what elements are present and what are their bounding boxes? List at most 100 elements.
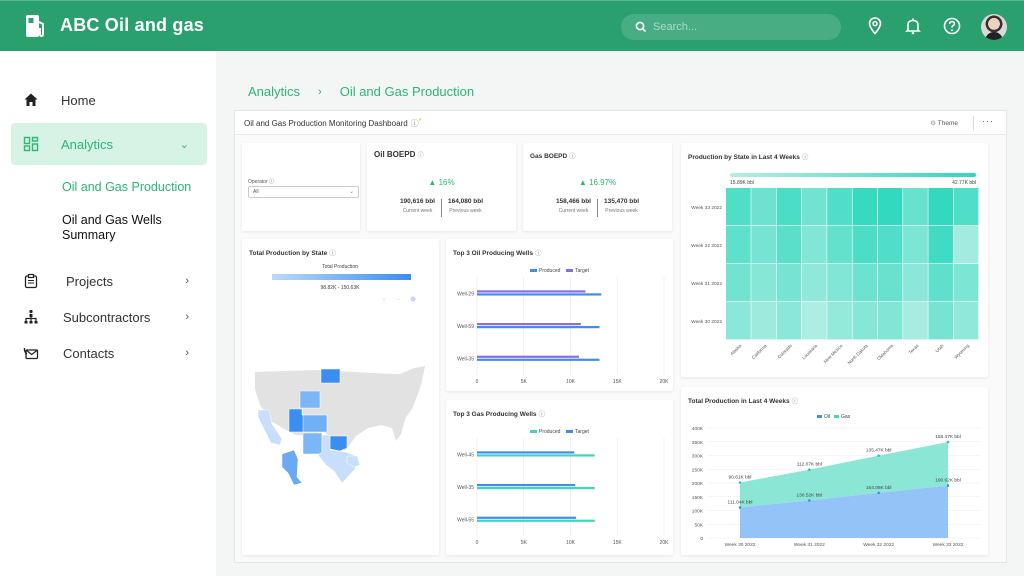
legend-range-label: 98.82K - 150.63K xyxy=(321,285,361,291)
data-label-gas: 90.61K bbl xyxy=(729,475,752,481)
point-gas xyxy=(808,468,811,471)
point-oil xyxy=(877,491,880,495)
sidebar-subitem-oil-gas-production[interactable]: Oil and Gas Production xyxy=(62,180,191,195)
state-alaska xyxy=(281,449,303,486)
bell-icon[interactable] xyxy=(903,16,923,36)
theme-button[interactable]: ⚙ Theme xyxy=(930,119,958,127)
heatmap-cell xyxy=(877,302,903,340)
x-tick-label: Utah xyxy=(934,343,945,354)
y-tick-label: Week 31 2022 xyxy=(691,281,722,287)
heatmap-cell xyxy=(726,302,751,340)
sidebar-item-analytics[interactable]: Analytics ⌄ xyxy=(11,123,207,165)
reset-view-icon xyxy=(410,296,416,302)
app-title: ABC Oil and gas xyxy=(60,15,205,35)
y-tick-label: Week 33 2022 xyxy=(691,205,722,211)
y-tick-label: Well-45 xyxy=(457,452,474,458)
heatmap-cell xyxy=(726,188,751,226)
info-icon[interactable]: ⓘ xyxy=(418,153,424,159)
info-icon[interactable]: ⓘ xyxy=(269,179,274,185)
sidebar-item-contacts[interactable]: Contacts › xyxy=(11,332,207,374)
y-tick-label: 50K xyxy=(694,522,703,528)
sidebar-item-home[interactable]: Home xyxy=(11,79,207,121)
heatmap-cell xyxy=(801,188,827,226)
previous-label: Previous week xyxy=(605,208,638,214)
x-tick-label: 15K xyxy=(613,540,623,546)
x-tick-label: Wyoming xyxy=(953,343,970,360)
bar-target xyxy=(477,290,586,293)
avatar[interactable] xyxy=(981,14,1007,40)
point-oil xyxy=(946,484,950,487)
data-label-oil: 164.08K bbl xyxy=(866,485,892,491)
location-icon[interactable] xyxy=(865,16,885,36)
bar-target xyxy=(477,451,575,454)
legend-gas-swatch xyxy=(834,415,839,418)
data-label-oil: 136.52K bbl xyxy=(797,492,823,498)
x-tick-label: Texas xyxy=(908,343,920,355)
state-new-mexico xyxy=(302,432,323,455)
help-icon[interactable] xyxy=(942,16,962,36)
data-label-gas: 158.47K bbl xyxy=(935,434,961,440)
x-tick-label: 20K xyxy=(660,379,670,385)
more-options-button[interactable]: ··· xyxy=(982,116,994,126)
fuel-pump-icon xyxy=(26,15,44,38)
y-tick-label: Well-29 xyxy=(457,291,474,297)
x-tick-label: 10K xyxy=(566,379,576,385)
heatmap-cell xyxy=(776,264,802,302)
x-tick-label: North Dakota xyxy=(847,343,870,366)
point-gas xyxy=(738,481,742,484)
bar-target xyxy=(477,484,576,487)
heatmap-cell xyxy=(953,302,979,340)
legend-produced-label: Produced xyxy=(539,429,561,435)
info-icon[interactable]: ⓘ xyxy=(569,153,576,160)
current-label: Current week xyxy=(558,208,589,214)
heatmap-cell xyxy=(877,188,903,226)
sidebar-item-label: Projects xyxy=(66,273,113,289)
legend-target-swatch xyxy=(566,430,573,433)
breadcrumb-analytics[interactable]: Analytics xyxy=(248,84,300,99)
chevron-right-icon: › xyxy=(185,275,189,287)
search-input[interactable] xyxy=(653,17,833,37)
heatmap-chart: 15.89K bbl 42.77K bbl Week 33 2022 Week 32 … xyxy=(691,173,979,366)
y-tick-label: 250K xyxy=(692,467,704,473)
sidebar-item-label: Analytics xyxy=(61,136,114,152)
legend-target-label: Target xyxy=(575,429,590,435)
legend-max-label: 42.77K bbl xyxy=(952,180,976,186)
kpi-values: 158,466 bbl Current week 135,470 bbl Previ… xyxy=(523,198,672,217)
kpi-title: Gas BOEPD ⓘ xyxy=(530,153,576,160)
x-tick-label: Week 30 2022 xyxy=(725,542,756,548)
bar-target xyxy=(477,516,577,519)
x-tick-label: 5K xyxy=(521,540,528,546)
y-tick-label: Week 32 2022 xyxy=(691,243,722,249)
heatmap-cell xyxy=(852,302,878,340)
x-tick-label: Oklahoma xyxy=(876,343,894,361)
info-icon[interactable]: ⓘ xyxy=(411,119,419,128)
gas-boepd-card: Gas BOEPD ⓘ ▲ 16.97% 158,466 bbl Current … xyxy=(523,143,672,231)
operator-select[interactable]: All ⌄ xyxy=(248,186,359,198)
sidebar-item-label: Contacts xyxy=(63,345,115,361)
heatmap-cell xyxy=(827,226,852,264)
x-tick-label: California xyxy=(751,343,768,360)
legend-min-label: 15.89K bbl xyxy=(730,180,754,186)
bar-produced xyxy=(477,358,600,361)
heatmap-cell xyxy=(726,264,751,302)
heatmap-cell xyxy=(953,188,979,226)
breadcrumb-separator: › xyxy=(318,85,322,98)
heatmap-cell xyxy=(903,188,928,226)
sidebar-subitem-wells-summary[interactable]: Oil and Gas Wells Summary xyxy=(62,213,162,243)
heatmap-cell xyxy=(928,302,954,340)
heatmap-cell xyxy=(827,302,852,340)
legend-gas-label: Gas xyxy=(841,414,851,420)
search-bar[interactable] xyxy=(621,14,841,40)
kpi-change: ▲ 16.97% xyxy=(578,178,617,187)
heatmap-cell xyxy=(801,302,827,340)
heatmap-cell xyxy=(726,226,751,264)
sidebar: Home Analytics ⌄ Oil and Gas Production … xyxy=(0,51,216,576)
x-tick-label: Alaska xyxy=(729,343,742,356)
heatmap-cell xyxy=(801,226,827,264)
legend-target-swatch xyxy=(566,269,573,272)
current-value: 158,466 bbl xyxy=(555,198,591,205)
bar-produced xyxy=(477,487,595,490)
heatmap-cell xyxy=(877,264,903,302)
x-tick-label: 15K xyxy=(613,379,623,385)
state-wyoming xyxy=(299,390,321,409)
